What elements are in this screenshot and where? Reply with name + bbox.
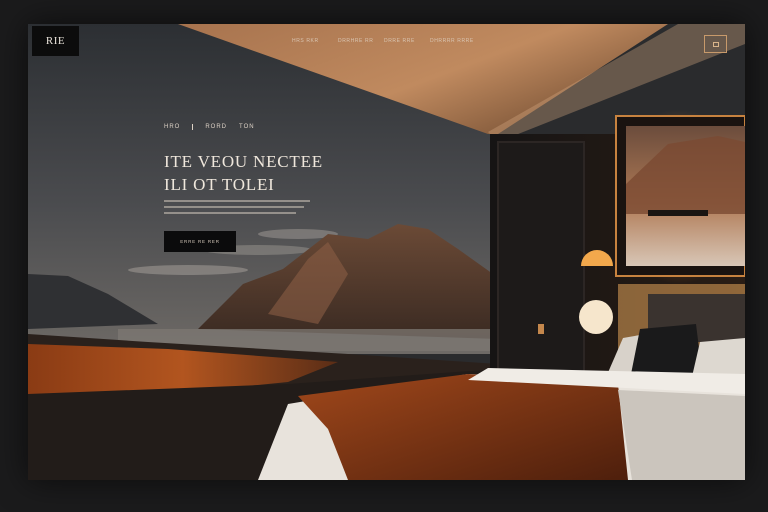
headline-line-1: ITE VEOU NECTEE xyxy=(164,152,323,171)
headline-line-2: ILI OT TOLEI xyxy=(164,175,275,194)
nav-item-1[interactable]: HRS RKR xyxy=(292,38,338,44)
body-text-line xyxy=(164,212,296,214)
brand-logo[interactable]: RIE xyxy=(32,26,79,56)
eyebrow-item-3: TON xyxy=(239,124,255,130)
hero-eyebrow: HRO RORD TON xyxy=(164,124,255,130)
body-text-line xyxy=(164,206,304,208)
eyebrow-item-2: RORD xyxy=(205,124,228,130)
eyebrow-divider xyxy=(192,124,194,130)
eyebrow-item-1: HRO xyxy=(164,124,181,130)
top-nav: HRS RKR DRRHRE RR DRRE RRE DHRRRR RRRE xyxy=(292,38,476,44)
menu-button[interactable] xyxy=(704,35,727,53)
hero-body-text xyxy=(164,200,310,218)
nav-item-2[interactable]: DRRHRE RR xyxy=(338,38,384,44)
hero-headline: ITE VEOU NECTEE ILI OT TOLEI xyxy=(164,150,323,196)
nav-item-3[interactable]: DRRE RRE xyxy=(384,38,430,44)
hero-cta-button[interactable]: ERRE RE RER xyxy=(164,231,236,252)
website-mockup: RIE HRS RKR DRRHRE RR DRRE RRE DHRRRR RR… xyxy=(28,24,745,480)
hero-scene xyxy=(28,24,745,480)
menu-icon xyxy=(712,41,719,47)
nav-item-4[interactable]: DHRRRR RRRE xyxy=(430,38,476,44)
body-text-line xyxy=(164,200,310,202)
